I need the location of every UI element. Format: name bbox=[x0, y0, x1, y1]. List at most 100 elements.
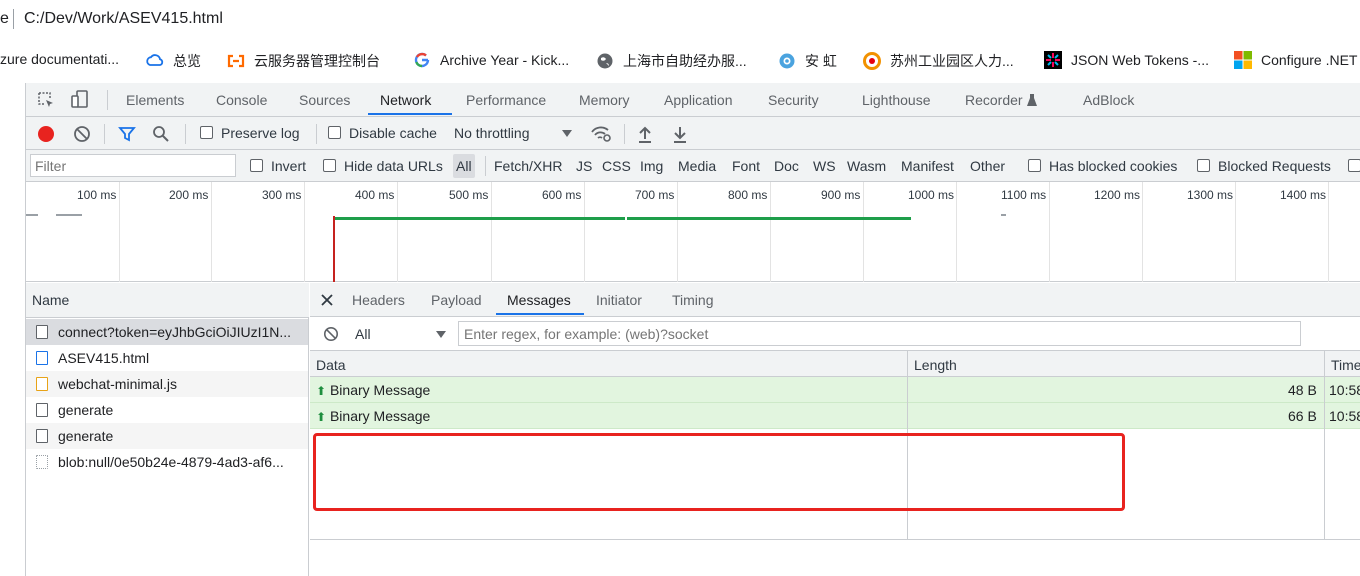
detail-tab-timing[interactable]: Timing bbox=[672, 292, 714, 308]
tab-lighthouse[interactable]: Lighthouse bbox=[862, 92, 931, 108]
checkbox-box[interactable] bbox=[328, 126, 341, 139]
detail-tab-headers[interactable]: Headers bbox=[352, 292, 405, 308]
type-filter-ws[interactable]: WS bbox=[813, 158, 836, 174]
bookmark-overview[interactable]: 总览 bbox=[146, 51, 201, 71]
inspect-element-icon[interactable] bbox=[37, 91, 55, 109]
bookmark-jwt[interactable]: JSON Web Tokens -... bbox=[1044, 51, 1209, 69]
type-filter-doc[interactable]: Doc bbox=[774, 158, 799, 174]
type-filter-css[interactable]: CSS bbox=[602, 158, 631, 174]
checkbox-box[interactable] bbox=[323, 159, 336, 172]
bookmark-aliyun-console[interactable]: 云服务器管理控制台 bbox=[227, 51, 380, 71]
filter-bar: Invert Hide data URLs All Fetch/XHR JS C… bbox=[26, 150, 1360, 182]
tab-network[interactable]: Network bbox=[380, 92, 431, 108]
request-row[interactable]: generate bbox=[26, 397, 308, 423]
type-filter-fetch-xhr[interactable]: Fetch/XHR bbox=[494, 158, 562, 174]
tab-recorder[interactable]: Recorder bbox=[965, 92, 1038, 108]
timeline-tick-label: 200 ms bbox=[169, 188, 209, 202]
filter-icon[interactable] bbox=[118, 125, 136, 143]
site-icon bbox=[779, 53, 795, 69]
clear-messages-icon[interactable] bbox=[323, 326, 339, 342]
message-type-select[interactable]: All bbox=[355, 326, 371, 342]
message-data-text: Binary Message bbox=[329, 382, 431, 398]
blocked-requests-label: Blocked Requests bbox=[1218, 158, 1331, 174]
disable-cache-checkbox[interactable]: Disable cache bbox=[328, 125, 437, 141]
has-blocked-cookies-checkbox[interactable]: Has blocked cookies bbox=[1028, 158, 1177, 174]
invert-checkbox[interactable]: Invert bbox=[250, 158, 306, 174]
request-row[interactable]: connect?token=eyJhbGciOiJIUzI1N... bbox=[26, 319, 308, 345]
chevron-down-icon[interactable] bbox=[562, 130, 572, 138]
tab-performance[interactable]: Performance bbox=[466, 92, 546, 108]
load-event-marker bbox=[333, 216, 335, 282]
data-column-header[interactable]: Data bbox=[310, 351, 907, 377]
close-icon[interactable] bbox=[321, 294, 333, 306]
address-bar[interactable]: e C:/Dev/Work/ASEV415.html bbox=[0, 0, 1360, 38]
export-har-icon[interactable] bbox=[672, 125, 688, 143]
checkbox-box[interactable] bbox=[1348, 159, 1360, 172]
timeline-gridline bbox=[1235, 182, 1236, 282]
checkbox-box[interactable] bbox=[250, 159, 263, 172]
type-filter-wasm[interactable]: Wasm bbox=[847, 158, 886, 174]
length-column-header[interactable]: Length bbox=[907, 351, 1324, 377]
type-filter-other[interactable]: Other bbox=[970, 158, 1005, 174]
timeline-gridline bbox=[211, 182, 212, 282]
bookmark-azure-docs[interactable]: zure documentati... bbox=[0, 51, 119, 67]
device-toolbar-icon[interactable] bbox=[70, 89, 90, 109]
filter-input[interactable] bbox=[30, 154, 236, 177]
bookmark-suzhou-hr[interactable]: 苏州工业园区人力... bbox=[863, 51, 1014, 71]
timeline-gridline bbox=[863, 182, 864, 282]
message-row[interactable]: ⬆ Binary Message 48 B 10:58 bbox=[310, 377, 1360, 403]
record-icon[interactable] bbox=[37, 125, 55, 143]
type-filter-js[interactable]: JS bbox=[576, 158, 592, 174]
tab-application[interactable]: Application bbox=[664, 92, 733, 108]
tab-sources[interactable]: Sources bbox=[299, 92, 350, 108]
address-url[interactable]: C:/Dev/Work/ASEV415.html bbox=[24, 10, 223, 28]
type-filter-media[interactable]: Media bbox=[678, 158, 716, 174]
script-file-icon bbox=[36, 377, 48, 391]
bookmark-shanghai-service[interactable]: 上海市自助经办服... bbox=[596, 51, 747, 71]
network-overview-timeline[interactable]: 100 ms 200 ms 300 ms 400 ms 500 ms 600 m… bbox=[26, 182, 1360, 282]
request-list-header[interactable]: Name bbox=[26, 283, 309, 318]
bookmark-archive-year[interactable]: Archive Year - Kick... bbox=[413, 51, 569, 69]
bookmark-anhong[interactable]: 安 虹 bbox=[778, 51, 837, 71]
detail-tab-initiator[interactable]: Initiator bbox=[596, 292, 642, 308]
request-row[interactable]: generate bbox=[26, 423, 308, 449]
message-row[interactable]: ⬆ Binary Message 66 B 10:58 bbox=[310, 403, 1360, 429]
type-filter-all[interactable]: All bbox=[453, 154, 475, 178]
checkbox-box[interactable] bbox=[1197, 159, 1210, 172]
tab-adblock[interactable]: AdBlock bbox=[1083, 92, 1134, 108]
column-divider bbox=[1324, 351, 1325, 540]
blocked-requests-checkbox[interactable]: Blocked Requests bbox=[1197, 158, 1331, 174]
chevron-down-icon[interactable] bbox=[436, 331, 446, 339]
message-regex-input[interactable] bbox=[458, 321, 1301, 346]
detail-tab-payload[interactable]: Payload bbox=[431, 292, 482, 308]
tab-console[interactable]: Console bbox=[216, 92, 267, 108]
length-column-label: Length bbox=[914, 357, 957, 373]
import-har-icon[interactable] bbox=[637, 125, 653, 143]
search-icon[interactable] bbox=[152, 125, 170, 143]
time-column-header[interactable]: Time bbox=[1324, 351, 1360, 377]
tab-memory[interactable]: Memory bbox=[579, 92, 630, 108]
tab-security[interactable]: Security bbox=[768, 92, 819, 108]
throttling-select[interactable]: No throttling bbox=[454, 125, 529, 141]
name-column-header[interactable]: Name bbox=[32, 292, 69, 308]
cloud-icon bbox=[146, 54, 164, 66]
request-row[interactable]: ASEV415.html bbox=[26, 345, 308, 371]
clear-icon[interactable] bbox=[73, 125, 91, 143]
request-row[interactable]: blob:null/0e50b24e-4879-4ad3-af6... bbox=[26, 449, 308, 475]
network-conditions-icon[interactable] bbox=[590, 124, 612, 144]
hide-data-urls-checkbox[interactable]: Hide data URLs bbox=[323, 158, 443, 174]
checkbox-box[interactable] bbox=[200, 126, 213, 139]
request-name: webchat-minimal.js bbox=[58, 376, 178, 392]
preserve-log-checkbox[interactable]: Preserve log bbox=[200, 125, 300, 141]
bookmark-configure-dotnet[interactable]: Configure .NET bbox=[1234, 51, 1357, 69]
type-filter-font[interactable]: Font bbox=[732, 158, 760, 174]
checkbox-box[interactable] bbox=[1028, 159, 1041, 172]
toolbar-divider bbox=[316, 124, 317, 144]
third-party-checkbox[interactable] bbox=[1348, 158, 1360, 174]
type-filter-manifest[interactable]: Manifest bbox=[901, 158, 954, 174]
detail-tab-messages[interactable]: Messages bbox=[507, 292, 571, 308]
request-row[interactable]: webchat-minimal.js bbox=[26, 371, 308, 397]
tab-elements[interactable]: Elements bbox=[126, 92, 184, 108]
type-filter-img[interactable]: Img bbox=[640, 158, 663, 174]
timeline-bar bbox=[26, 214, 38, 216]
